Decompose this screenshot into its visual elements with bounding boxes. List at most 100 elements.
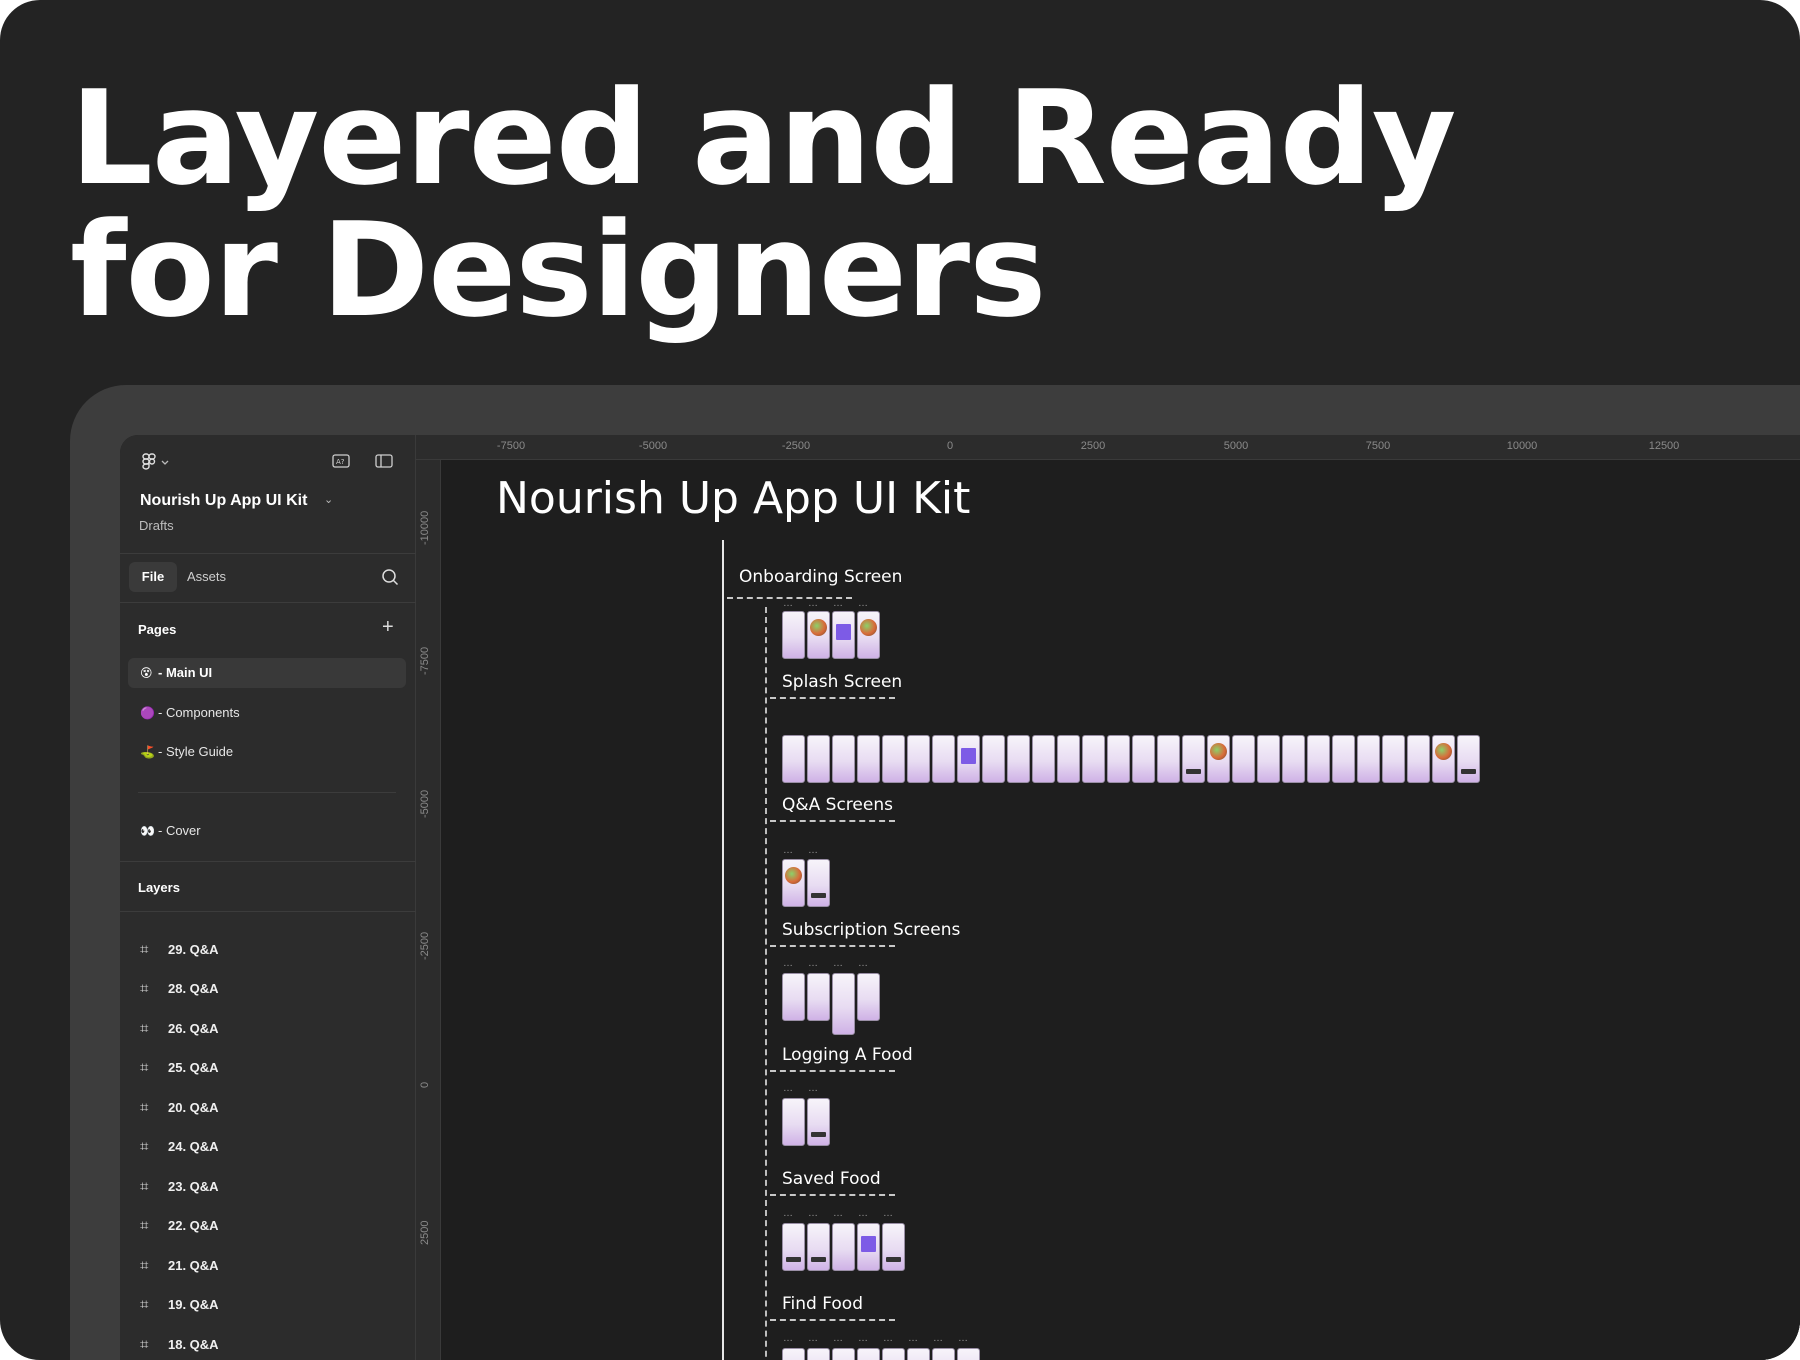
frame-thumbnail[interactable] <box>1132 735 1155 783</box>
layer-item[interactable]: ⌗ 25. Q&A <box>140 1056 219 1080</box>
frame-thumbnail[interactable] <box>807 1348 830 1360</box>
frame-dots: ………… <box>783 958 869 969</box>
page-label: - Main UI <box>158 665 213 680</box>
section-label-find-food[interactable]: Find Food <box>782 1294 863 1314</box>
frame-thumbnail[interactable] <box>932 1348 955 1360</box>
figma-menu-icon[interactable] <box>142 453 172 474</box>
section-label-subscription[interactable]: Subscription Screens <box>782 920 960 940</box>
frame-thumbnail[interactable] <box>807 973 830 1021</box>
splash-thumbs <box>782 611 880 659</box>
frame-thumbnail[interactable] <box>1157 735 1180 783</box>
panel-toggle-icon[interactable] <box>375 453 393 472</box>
frame-thumbnail[interactable] <box>1332 735 1355 783</box>
frame-thumbnail[interactable] <box>832 611 855 659</box>
search-icon[interactable] <box>381 568 399 589</box>
frame-thumbnail[interactable] <box>782 1098 805 1146</box>
frame-thumbnail[interactable] <box>807 859 830 907</box>
frame-thumbnail[interactable] <box>882 1223 905 1271</box>
page-item-style-guide[interactable]: ⛳ - Style Guide <box>128 737 406 767</box>
frame-thumbnail[interactable] <box>1057 735 1080 783</box>
frame-thumbnail[interactable] <box>782 1348 805 1360</box>
frame-thumbnail[interactable] <box>1257 735 1280 783</box>
layer-item[interactable]: ⌗ 19. Q&A <box>140 1293 219 1317</box>
tab-file[interactable]: File <box>129 562 177 592</box>
frame-thumbnail[interactable] <box>857 611 880 659</box>
file-title[interactable]: Nourish Up App UI Kit <box>140 492 307 510</box>
frame-thumbnail[interactable] <box>782 1223 805 1271</box>
frame-thumbnail[interactable] <box>782 859 805 907</box>
divider <box>120 861 416 862</box>
font-icon[interactable]: A? <box>332 453 350 472</box>
frame-thumbnail[interactable] <box>1032 735 1055 783</box>
frame-thumbnail[interactable] <box>1232 735 1255 783</box>
frame-thumbnail[interactable] <box>832 1223 855 1271</box>
page-item-main-ui[interactable]: 😵 - Main UI <box>128 658 406 688</box>
layer-item[interactable]: ⌗ 21. Q&A <box>140 1254 219 1278</box>
layer-item[interactable]: ⌗ 24. Q&A <box>140 1135 219 1159</box>
frame-thumbnail[interactable] <box>882 735 905 783</box>
frame-thumbnail[interactable] <box>782 973 805 1021</box>
frame-thumbnail[interactable] <box>1107 735 1130 783</box>
canvas-title[interactable]: Nourish Up App UI Kit <box>496 473 970 524</box>
frame-thumbnail[interactable] <box>1207 735 1230 783</box>
layer-item[interactable]: ⌗ 23. Q&A <box>140 1175 219 1199</box>
section-label-splash[interactable]: Splash Screen <box>782 672 902 692</box>
frame-thumbnail[interactable] <box>907 735 930 783</box>
frame-icon: ⌗ <box>140 1257 149 1274</box>
tab-assets[interactable]: Assets <box>187 562 226 592</box>
design-canvas[interactable]: -7500 -5000 -2500 0 2500 5000 7500 10000… <box>416 435 1800 1360</box>
section-label-qa[interactable]: Q&A Screens <box>782 795 893 815</box>
frame-dots: …………… <box>783 1208 894 1219</box>
frame-thumbnail[interactable] <box>807 611 830 659</box>
frame-thumbnail[interactable] <box>1307 735 1330 783</box>
frame-thumbnail[interactable] <box>907 1348 930 1360</box>
ruler-tick-label: -7500 <box>419 646 431 675</box>
frame-thumbnail[interactable] <box>857 973 880 1021</box>
frame-thumbnail[interactable] <box>1282 735 1305 783</box>
frame-thumbnail[interactable] <box>982 735 1005 783</box>
layer-label: 22. Q&A <box>168 1218 219 1233</box>
ruler-tick-label: 2500 <box>1080 440 1106 452</box>
add-page-icon[interactable]: + <box>382 617 394 637</box>
ruler-tick-label: -10000 <box>419 510 431 545</box>
section-label-onboarding[interactable]: Onboarding Screen <box>739 567 902 587</box>
layer-item[interactable]: ⌗ 28. Q&A <box>140 977 219 1001</box>
frame-thumbnail[interactable] <box>832 973 855 1035</box>
frame-thumbnail[interactable] <box>857 735 880 783</box>
frame-thumbnail[interactable] <box>857 1348 880 1360</box>
layer-label: 23. Q&A <box>168 1179 219 1194</box>
layer-item[interactable]: ⌗ 18. Q&A <box>140 1333 219 1357</box>
frame-thumbnail[interactable] <box>807 1098 830 1146</box>
frame-thumbnail[interactable] <box>1407 735 1430 783</box>
page-emoji-icon: 👀 <box>140 824 155 838</box>
frame-thumbnail[interactable] <box>782 611 805 659</box>
frame-thumbnail[interactable] <box>1432 735 1455 783</box>
layer-item[interactable]: ⌗ 22. Q&A <box>140 1214 219 1238</box>
frame-thumbnail[interactable] <box>957 735 980 783</box>
frame-thumbnail[interactable] <box>882 1348 905 1360</box>
layer-item[interactable]: ⌗ 20. Q&A <box>140 1096 219 1120</box>
section-label-logging[interactable]: Logging A Food <box>782 1045 913 1065</box>
frame-thumbnail[interactable] <box>1082 735 1105 783</box>
frame-thumbnail[interactable] <box>957 1348 980 1360</box>
headline-line-1: Layered and Ready <box>70 62 1456 214</box>
frame-thumbnail[interactable] <box>832 735 855 783</box>
frame-thumbnail[interactable] <box>807 1223 830 1271</box>
frame-thumbnail[interactable] <box>1182 735 1205 783</box>
layer-item[interactable]: ⌗ 29. Q&A <box>140 938 219 962</box>
frame-thumbnail[interactable] <box>782 735 805 783</box>
frame-thumbnail[interactable] <box>932 735 955 783</box>
frame-thumbnail[interactable] <box>857 1223 880 1271</box>
frame-thumbnail[interactable] <box>1357 735 1380 783</box>
find-food-thumbs <box>782 1223 905 1271</box>
frame-thumbnail[interactable] <box>807 735 830 783</box>
page-item-cover[interactable]: 👀 - Cover <box>128 816 406 846</box>
section-label-saved-food[interactable]: Saved Food <box>782 1169 881 1189</box>
chevron-down-icon[interactable]: ⌄ <box>324 493 333 506</box>
frame-thumbnail[interactable] <box>1457 735 1480 783</box>
page-item-components[interactable]: 🟣 - Components <box>128 698 406 728</box>
layer-item[interactable]: ⌗ 26. Q&A <box>140 1017 219 1041</box>
frame-thumbnail[interactable] <box>1382 735 1405 783</box>
frame-thumbnail[interactable] <box>832 1348 855 1360</box>
frame-thumbnail[interactable] <box>1007 735 1030 783</box>
